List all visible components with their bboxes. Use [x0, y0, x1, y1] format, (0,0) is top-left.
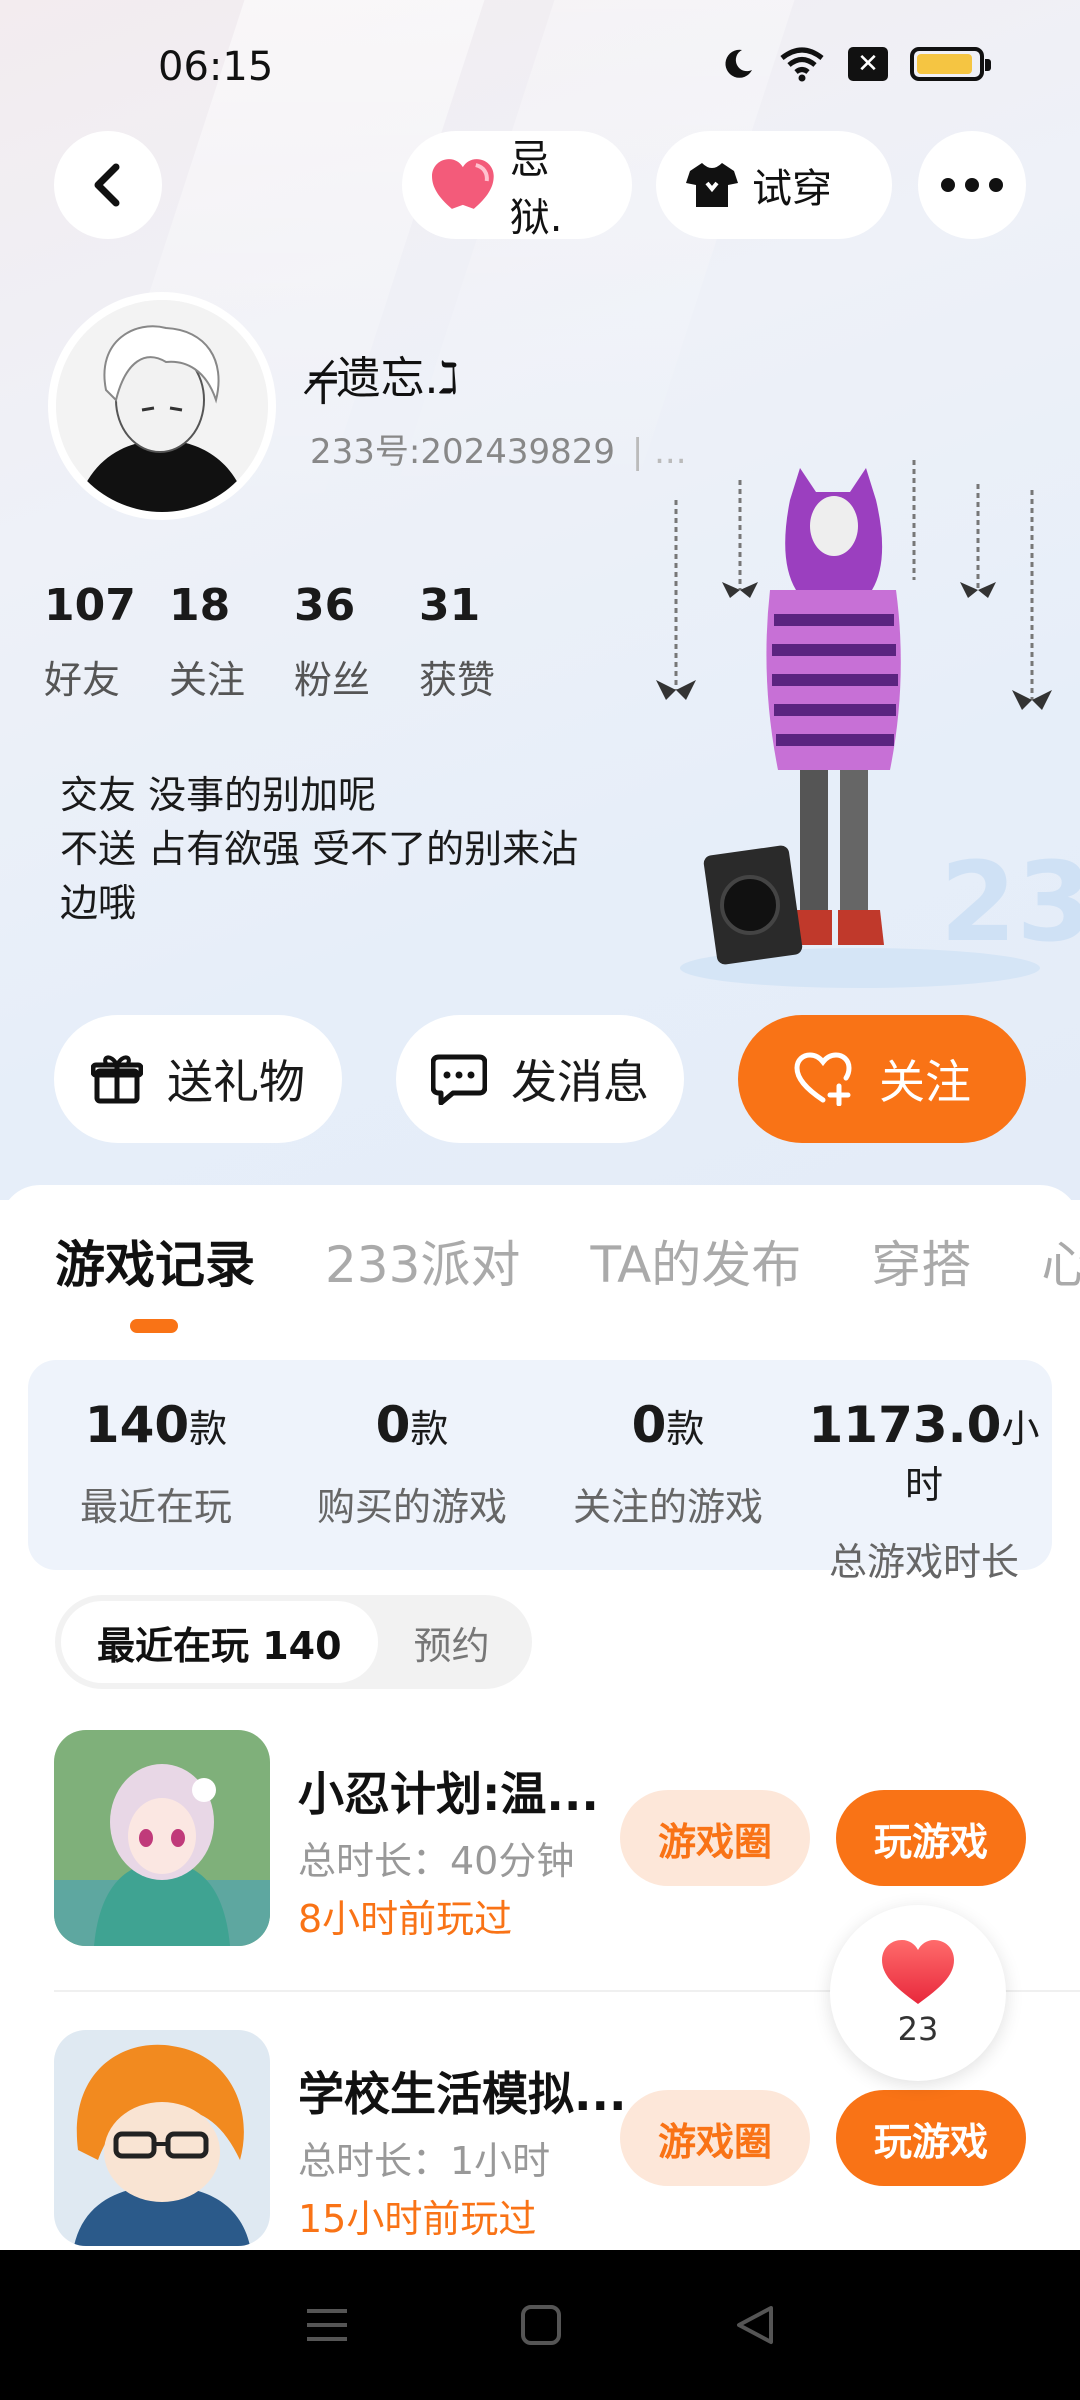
- profile-content-card: 游戏记录 233派对 TA的发布 穿搭 心 140款 最近在玩 0款 购买的游戏…: [0, 1185, 1080, 2250]
- game-cover-image: [54, 2030, 270, 2246]
- stat-likes[interactable]: 31 获赞: [419, 580, 544, 704]
- stat-number: 18: [169, 580, 231, 631]
- summary-followed-games[interactable]: 0款 关注的游戏: [540, 1360, 796, 1570]
- play-game-button[interactable]: 玩游戏: [836, 1790, 1026, 1886]
- game-icon[interactable]: [54, 2030, 270, 2246]
- stat-fans[interactable]: 36 粉丝: [294, 580, 419, 704]
- tab-outfits[interactable]: 穿搭: [871, 1225, 971, 1297]
- follow-button[interactable]: 关注: [738, 1015, 1026, 1143]
- segment-reservations[interactable]: 预约: [378, 1601, 526, 1683]
- moon-icon: [725, 49, 752, 78]
- stat-following[interactable]: 18 关注: [169, 580, 294, 704]
- game-last-played: 15小时前玩过: [298, 2197, 537, 2241]
- summary-label: 总游戏时长: [828, 1540, 1019, 1584]
- summary-unit: 款: [410, 1407, 449, 1451]
- game-cover-image: [54, 1730, 270, 1946]
- stat-label: 获赞: [419, 658, 496, 702]
- battery-icon: [910, 47, 991, 81]
- like-count: 23: [897, 2010, 939, 2048]
- tab-indicator: [130, 1319, 178, 1333]
- summary-number: 1173.0: [808, 1396, 1002, 1454]
- segment-recent-playing[interactable]: 最近在玩 140: [61, 1601, 378, 1683]
- game-duration: 总时长：40分钟: [298, 1839, 575, 1883]
- user-id-text: 233号:202439829: [310, 432, 616, 472]
- bio-text: 交友 没事的别加呢 不送 占有欲强 受不了的别来沾 边哦: [60, 773, 579, 925]
- tab-game-record[interactable]: 游戏记录: [55, 1225, 255, 1297]
- summary-label: 关注的游戏: [572, 1485, 763, 1529]
- more-dots-icon: [941, 178, 1003, 192]
- avatar-character-illustration[interactable]: 233: [640, 440, 1080, 1000]
- status-icons: ✕: [720, 46, 991, 82]
- game-summary: 140款 最近在玩 0款 购买的游戏 0款 关注的游戏 1173.0小时 总游戏…: [28, 1360, 1052, 1584]
- game-title: 小忍计划:温...: [298, 1767, 599, 1821]
- heart-icon: [882, 1940, 954, 2004]
- summary-unit: 款: [189, 1407, 228, 1451]
- summary-number: 0: [631, 1396, 667, 1454]
- summary-label: 购买的游戏: [316, 1485, 507, 1529]
- stat-label: 关注: [169, 658, 246, 702]
- mood-status-label: 忌狱.: [509, 137, 563, 241]
- send-gift-button[interactable]: 送礼物: [54, 1015, 342, 1143]
- no-sim-icon: ✕: [848, 47, 888, 81]
- status-bar: 06:15 ✕: [0, 0, 1080, 130]
- nickname: ╤̸遗忘.ℷ: [310, 353, 459, 404]
- game-title: 学校生活模拟...: [298, 2067, 627, 2121]
- send-gift-label: 送礼物: [167, 1055, 305, 1109]
- summary-number: 140: [84, 1396, 190, 1454]
- stat-friends[interactable]: 107 好友: [44, 580, 169, 704]
- follow-label: 关注: [879, 1055, 971, 1109]
- game-last-played: 8小时前玩过: [298, 1897, 513, 1941]
- like-floating-button[interactable]: 23: [830, 1905, 1006, 2081]
- profile-tabs: 游戏记录 233派对 TA的发布 穿搭 心: [55, 1225, 1080, 1297]
- heart-plus-icon: [794, 1052, 852, 1106]
- chevron-left-icon: [94, 163, 120, 207]
- summary-recent-playing[interactable]: 140款 最近在玩: [28, 1360, 284, 1570]
- gift-icon: [91, 1055, 143, 1104]
- game-icon[interactable]: [54, 1730, 270, 1946]
- home-square-icon[interactable]: [520, 2304, 562, 2346]
- game-duration: 总时长：1小时: [298, 2139, 551, 2183]
- summary-total-playtime[interactable]: 1173.0小时 总游戏时长: [796, 1360, 1052, 1584]
- stat-label: 粉丝: [294, 658, 371, 702]
- try-on-label: 试穿: [752, 166, 832, 212]
- stats-row: 107 好友 18 关注 36 粉丝 31 获赞: [44, 580, 544, 704]
- more-button[interactable]: [918, 131, 1026, 239]
- summary-label: 最近在玩: [79, 1485, 232, 1529]
- tab-233-party[interactable]: 233派对: [325, 1225, 520, 1297]
- stat-label: 好友: [44, 658, 121, 702]
- send-message-button[interactable]: 发消息: [396, 1015, 684, 1143]
- send-message-label: 发消息: [511, 1055, 649, 1109]
- avatar-image: [56, 300, 268, 512]
- tab-posts[interactable]: TA的发布: [590, 1225, 801, 1297]
- svg-text:233: 233: [940, 838, 1080, 966]
- chat-bubble-icon: [431, 1054, 487, 1105]
- summary-number: 0: [375, 1396, 411, 1454]
- user-id[interactable]: 233号:202439829 | ...: [310, 424, 687, 473]
- game-list-segment: 最近在玩 140 预约: [55, 1595, 532, 1689]
- back-triangle-icon[interactable]: [733, 2304, 775, 2346]
- play-game-button[interactable]: 玩游戏: [836, 2090, 1026, 2186]
- back-button[interactable]: [54, 131, 162, 239]
- heart-icon: [432, 159, 494, 209]
- summary-unit: 款: [666, 1407, 705, 1451]
- game-circle-button[interactable]: 游戏圈: [620, 2090, 810, 2186]
- tab-mood[interactable]: 心: [1041, 1225, 1080, 1297]
- tshirt-icon: [686, 163, 738, 207]
- system-navigation-bar: [0, 2250, 1080, 2400]
- try-on-button[interactable]: 试穿: [656, 131, 892, 239]
- summary-purchased-games[interactable]: 0款 购买的游戏: [284, 1360, 540, 1570]
- avatar[interactable]: [48, 292, 276, 520]
- game-circle-button[interactable]: 游戏圈: [620, 1790, 810, 1886]
- stat-number: 31: [419, 580, 481, 631]
- menu-icon[interactable]: [305, 2305, 349, 2345]
- wifi-icon: [780, 47, 824, 82]
- mood-status-button[interactable]: 忌狱.: [402, 131, 632, 241]
- stat-number: 36: [294, 580, 356, 631]
- status-time: 06:15: [158, 44, 274, 90]
- stat-number: 107: [44, 580, 136, 631]
